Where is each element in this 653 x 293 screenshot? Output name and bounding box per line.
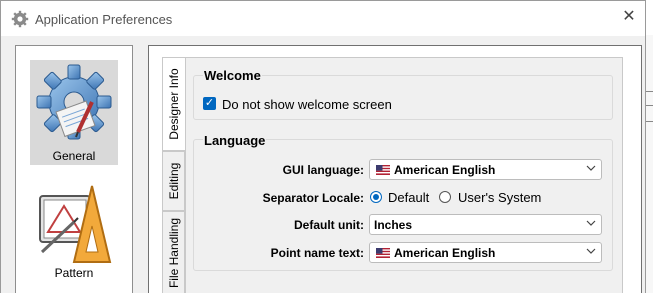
welcome-group-title: Welcome — [203, 68, 262, 83]
gui-language-value: American English — [394, 163, 496, 177]
tab-label: Designer Info — [167, 68, 181, 140]
default-unit-label: Default unit: — [294, 218, 364, 232]
tab-editing[interactable]: Editing — [162, 151, 185, 211]
category-general[interactable]: General — [30, 60, 118, 165]
point-name-label: Point name text: — [270, 246, 364, 260]
chevron-down-icon — [586, 248, 596, 254]
tab-file-handling[interactable]: File Handling — [162, 211, 185, 293]
gui-language-label: GUI language: — [282, 163, 364, 177]
tab-designer-info[interactable]: Designer Info — [162, 57, 185, 151]
default-unit-value: Inches — [374, 218, 413, 232]
us-flag-icon — [376, 248, 390, 258]
radio-default[interactable] — [370, 191, 382, 203]
category-label: Pattern — [54, 266, 94, 280]
separator-locale-label: Separator Locale: — [262, 191, 364, 205]
gear-icon — [11, 10, 29, 28]
language-group-title: Language — [203, 133, 267, 148]
vertical-tab-strip: Designer Info Editing File Handling — [162, 57, 185, 293]
radio-users-system[interactable] — [439, 191, 451, 203]
chevron-down-icon — [586, 220, 596, 226]
title-bar: Application Preferences ✕ — [1, 1, 645, 36]
category-list: General Pattern — [15, 45, 133, 293]
tab-label: Editing — [166, 162, 181, 200]
radio-default-label[interactable]: Default — [388, 190, 429, 205]
chevron-down-icon — [586, 165, 596, 171]
radio-users-system-label[interactable]: User's System — [458, 190, 541, 205]
us-flag-icon — [376, 165, 390, 175]
category-pattern[interactable]: Pattern — [30, 180, 118, 290]
gear-icon — [36, 64, 112, 140]
drafting-tools-icon — [39, 185, 112, 263]
close-icon[interactable]: ✕ — [621, 9, 637, 25]
background-window-edge — [645, 35, 653, 293]
window-title: Application Preferences — [35, 12, 173, 27]
gui-language-select[interactable]: American English — [369, 159, 602, 180]
category-label: General — [52, 149, 96, 163]
tab-label: File Handling — [166, 217, 181, 288]
welcome-checkbox-label[interactable]: Do not show welcome screen — [222, 97, 392, 112]
default-unit-select[interactable]: Inches — [369, 214, 602, 235]
welcome-checkbox[interactable]: ✓ — [203, 97, 216, 110]
point-name-select[interactable]: American English — [369, 242, 602, 263]
point-name-value: American English — [394, 246, 496, 260]
